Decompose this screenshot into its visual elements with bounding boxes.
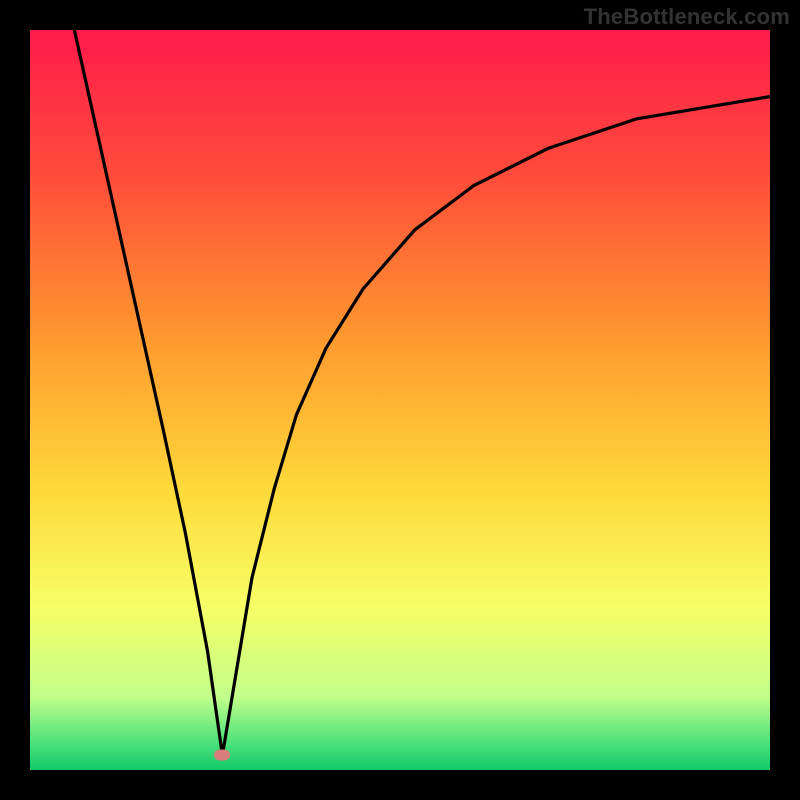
bottleneck-chart bbox=[30, 30, 770, 770]
minimum-marker bbox=[214, 750, 230, 761]
plot-background bbox=[30, 30, 770, 770]
chart-frame: TheBottleneck.com bbox=[0, 0, 800, 800]
watermark-text: TheBottleneck.com bbox=[584, 4, 790, 30]
